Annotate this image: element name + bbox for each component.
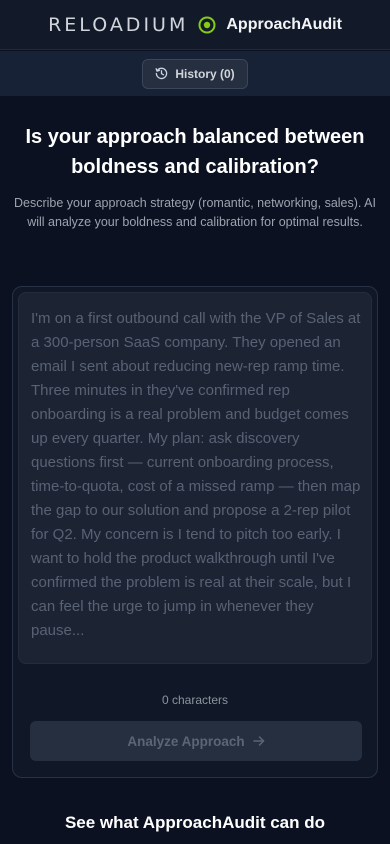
- analyze-button-label: Analyze Approach: [127, 733, 245, 749]
- approach-form-card: I'm on a first outbound call with the VP…: [12, 286, 378, 778]
- history-icon: [155, 67, 168, 80]
- arrow-right-icon: [252, 735, 265, 747]
- app-name[interactable]: ApproachAudit: [226, 16, 342, 34]
- character-count: 0 characters: [161, 693, 229, 707]
- approach-textarea[interactable]: I'm on a first outbound call with the VP…: [18, 292, 372, 664]
- analyze-approach-button[interactable]: Analyze Approach: [30, 721, 362, 761]
- history-bar: History (0): [0, 51, 390, 96]
- page: RELOADIUM ApproachAudit History (0) Is y…: [0, 0, 390, 844]
- textarea-placeholder: I'm on a first outbound call with the VP…: [31, 310, 361, 639]
- app-header: RELOADIUM ApproachAudit: [0, 0, 390, 50]
- features-heading: See what ApproachAudit can do: [64, 813, 326, 832]
- page-headline: Is your approach balanced between boldne…: [25, 126, 365, 178]
- brand-wordmark[interactable]: RELOADIUM: [48, 14, 188, 36]
- history-button[interactable]: History (0): [142, 58, 248, 89]
- page-description: Describe your approach strategy (romanti…: [14, 196, 376, 229]
- history-label: History (0): [175, 66, 235, 81]
- target-logo-icon: [198, 16, 216, 34]
